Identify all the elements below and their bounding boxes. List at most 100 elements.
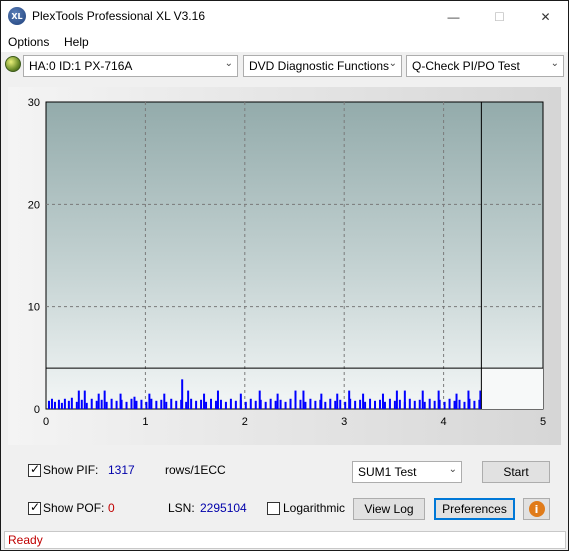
function-select[interactable]: DVD Diagnostic Functions ⌄	[243, 55, 402, 77]
baseline-bar	[369, 398, 372, 409]
menu-help[interactable]: Help	[64, 35, 89, 49]
baseline-bar	[378, 399, 381, 409]
baseline-bar	[214, 400, 217, 409]
baseline-bar	[274, 400, 277, 409]
show-pof-label: Show POF:	[43, 501, 105, 515]
maximize-button[interactable]: ☐	[477, 1, 522, 32]
baseline-bar	[448, 398, 451, 409]
baseline-bar	[53, 401, 56, 409]
baseline-bar	[428, 398, 431, 409]
close-button[interactable]: ✕	[523, 1, 568, 32]
baseline-bar	[75, 401, 78, 409]
baseline-bar	[279, 399, 282, 409]
baseline-bar	[284, 401, 287, 409]
baseline-bar	[374, 400, 377, 409]
baseline-bar	[413, 400, 416, 409]
chevron-down-icon: ⌄	[388, 58, 397, 69]
logarithmic-checkbox[interactable]	[267, 502, 280, 515]
lsn-value: 2295104	[200, 501, 247, 515]
baseline-bar	[130, 398, 133, 409]
pif-value: 1317	[108, 463, 135, 477]
lsn-label: LSN:	[168, 501, 195, 515]
spike-bar	[336, 393, 339, 409]
baseline-bar	[67, 400, 70, 409]
spike-bar	[258, 390, 261, 409]
spike-bar	[320, 393, 323, 409]
sum-test-select[interactable]: SUM1 Test ⌄	[352, 461, 462, 483]
baseline-bar	[463, 401, 466, 409]
unscanned-area	[481, 368, 543, 409]
menu-options[interactable]: Options	[8, 35, 49, 49]
baseline-bar	[210, 398, 213, 409]
baseline-bar	[329, 398, 332, 409]
pof-value: 0	[108, 501, 115, 515]
baseline-bar	[264, 401, 267, 409]
menu-bar: Options Help	[1, 32, 568, 52]
show-pif-label: Show PIF:	[43, 463, 99, 477]
baseline-bar	[70, 397, 73, 409]
baseline-bar	[50, 398, 53, 409]
spike-bar	[302, 390, 305, 409]
baseline-bar	[324, 401, 327, 409]
baseline-bar	[80, 399, 83, 409]
baseline-bar	[359, 399, 362, 409]
baseline-bar	[473, 400, 476, 409]
baseline-bar	[234, 400, 237, 409]
baseline-bar	[344, 401, 347, 409]
baseline-bar	[190, 398, 193, 409]
baseline-bar	[100, 399, 103, 409]
baseline-bar	[458, 399, 461, 409]
spike-bar	[181, 379, 184, 409]
drive-select[interactable]: HA:0 ID:1 PX-716A ⌄	[23, 55, 238, 77]
baseline-bar	[229, 398, 232, 409]
baseline-bar	[269, 398, 272, 409]
baseline-bar	[309, 398, 312, 409]
preferences-button[interactable]: Preferences	[434, 498, 515, 520]
baseline-bar	[160, 399, 163, 409]
baseline-bar	[155, 400, 158, 409]
y-tick-label: 0	[34, 404, 40, 416]
status-text: Ready	[8, 533, 43, 547]
baseline-bar	[398, 399, 401, 409]
show-pof-checkbox[interactable]	[28, 500, 41, 515]
baseline-bar	[423, 401, 426, 409]
logarithmic-label: Logarithmic	[283, 501, 346, 515]
spike-bar	[403, 390, 406, 409]
y-tick-label: 30	[28, 97, 40, 109]
app-window: XL PlexTools Professional XL V3.16 — ☐ ✕…	[0, 0, 569, 551]
baseline-bar	[249, 398, 252, 409]
baseline-bar	[314, 400, 317, 409]
spike-bar	[348, 390, 351, 409]
baseline-bar	[135, 400, 138, 409]
baseline-bar	[90, 398, 93, 409]
spike-bar	[467, 390, 470, 409]
drive-select-value: HA:0 ID:1 PX-716A	[29, 59, 133, 73]
info-button[interactable]: i	[523, 498, 550, 520]
baseline-bar	[219, 399, 222, 409]
plot-area	[45, 101, 544, 410]
x-tick-label: 5	[540, 416, 546, 428]
sum-test-select-value: SUM1 Test	[358, 465, 417, 479]
spike-bar	[437, 390, 440, 409]
minimize-button[interactable]: —	[431, 1, 476, 32]
baseline-bar	[115, 400, 118, 409]
start-button[interactable]: Start	[482, 461, 550, 483]
x-tick-label: 1	[142, 416, 148, 428]
baseline-bar	[205, 401, 208, 409]
x-tick-label: 2	[242, 416, 248, 428]
spike-bar	[276, 393, 279, 409]
baseline-bar	[195, 400, 198, 409]
baseline-bar	[364, 401, 367, 409]
spike-bar	[148, 393, 151, 409]
chevron-down-icon: ⌄	[550, 58, 559, 69]
title-bar: XL PlexTools Professional XL V3.16 — ☐ ✕	[1, 1, 568, 32]
function-select-value: DVD Diagnostic Functions	[249, 59, 390, 73]
window-title: PlexTools Professional XL V3.16	[32, 9, 205, 23]
show-pif-checkbox[interactable]	[28, 462, 41, 477]
baseline-bar	[334, 400, 337, 409]
view-log-button[interactable]: View Log	[353, 498, 425, 520]
test-select[interactable]: Q-Check PI/PO Test ⌄	[406, 55, 564, 77]
chevron-down-icon: ⌄	[448, 464, 457, 475]
x-tick-label: 4	[441, 416, 447, 428]
baseline-bar	[200, 399, 203, 409]
